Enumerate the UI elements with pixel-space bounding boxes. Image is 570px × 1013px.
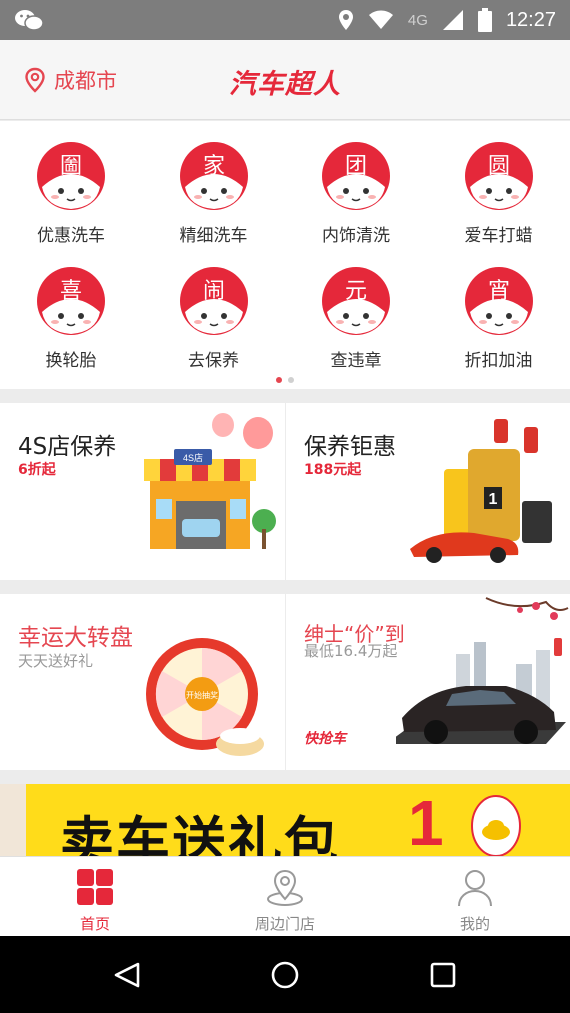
- category-item[interactable]: 闹去保养: [143, 266, 285, 371]
- category-label: 优惠洗车: [37, 226, 105, 246]
- category-label: 换轮胎: [45, 351, 97, 371]
- promo-subtitle: 天天送好礼: [18, 652, 94, 670]
- recent-apps-icon[interactable]: [430, 962, 456, 988]
- mascot-glyph: 团: [345, 154, 367, 179]
- page-dot-2: [288, 377, 294, 383]
- bottom-navigation: 首页 周边门店 我的: [0, 856, 570, 937]
- promo-card-lucky-wheel[interactable]: 幸运大转盘 天天送好礼 开始抽奖: [0, 594, 285, 770]
- sedan-illustration: [396, 597, 569, 744]
- oil-bottle-label: 1: [489, 491, 498, 508]
- mascot-glyph: 喜: [60, 279, 82, 304]
- category-item[interactable]: 元查违章: [285, 266, 427, 371]
- promo-banner[interactable]: 卖车送礼包 1: [0, 784, 570, 856]
- app-header: 成都市 汽车超人: [0, 40, 570, 120]
- home-circle-icon[interactable]: [270, 960, 300, 990]
- clock: 12:27: [505, 8, 556, 31]
- tab-nearby-stores[interactable]: 周边门店: [190, 857, 380, 937]
- shop-sign: 4S店: [183, 452, 203, 463]
- category-label: 内饰清洗: [322, 226, 390, 246]
- promo-subtitle: 188元起: [304, 462, 362, 478]
- status-bar: 4G 12:27: [0, 0, 570, 40]
- mascot-glyph: 家: [202, 154, 224, 179]
- network-type: 4G: [407, 11, 428, 29]
- wheel-center-text: 开始抽奖: [186, 690, 218, 700]
- system-navigation-bar: [0, 936, 570, 1013]
- signal-icon: [442, 10, 463, 30]
- category-item[interactable]: 宵折扣加油: [428, 266, 570, 371]
- mascot-icon: 圆: [464, 142, 533, 210]
- brand-logo: 快抢车: [304, 731, 346, 747]
- mascot-icon: 家: [179, 142, 248, 210]
- category-item[interactable]: 喜换轮胎: [0, 266, 142, 371]
- promo-card-4s-maintenance[interactable]: 4S店保养 6折起 4S店: [0, 403, 285, 580]
- tab-label: 首页: [79, 915, 110, 933]
- category-label: 查违章: [330, 351, 382, 371]
- nearby-location-icon: [267, 869, 303, 906]
- mascot-glyph: 元: [345, 279, 367, 304]
- page-indicator: [0, 377, 570, 383]
- mascot-glyph: 圗: [60, 154, 82, 179]
- gold-ingot-icon: [471, 795, 521, 856]
- wifi-icon: [368, 10, 393, 29]
- tab-profile[interactable]: 我的: [380, 857, 570, 937]
- category-label: 精细洗车: [179, 226, 248, 246]
- mascot-glyph: 闹: [202, 279, 224, 304]
- mascot-glyph: 宵: [487, 279, 509, 304]
- category-label: 去保养: [188, 351, 239, 371]
- banner-number: 1: [408, 787, 444, 856]
- home-grid-icon: [77, 869, 113, 905]
- page-dot-1: [276, 377, 282, 383]
- promo-subtitle: 最低16.4万起: [304, 642, 398, 660]
- prize-wheel-illustration: 开始抽奖: [146, 638, 264, 756]
- banner-headline: 卖车送礼包: [60, 811, 340, 856]
- banner-left-edge: [0, 784, 26, 856]
- wechat-icon: [15, 10, 44, 31]
- back-icon[interactable]: [112, 961, 142, 989]
- battery-icon: [477, 8, 492, 32]
- promo-title: 保养钜惠: [304, 434, 396, 460]
- mascot-icon: 团: [322, 142, 390, 210]
- shop-illustration: 4S店: [144, 413, 276, 549]
- mascot-glyph: 圆: [487, 154, 509, 179]
- mascot-icon: 圗: [37, 142, 105, 210]
- tab-label: 我的: [459, 915, 490, 933]
- mascot-icon: 喜: [37, 267, 105, 335]
- mascot-icon: 宵: [464, 267, 533, 335]
- category-label: 爱车打蜡: [464, 226, 533, 246]
- promo-card-oil-deal[interactable]: 保养钜惠 188元起 1: [286, 403, 570, 580]
- tab-label: 周边门店: [254, 915, 315, 933]
- tab-home[interactable]: 首页: [0, 857, 190, 937]
- location-status-icon: [338, 10, 353, 30]
- category-item[interactable]: 圆爱车打蜡: [428, 141, 570, 246]
- category-item[interactable]: 圗优惠洗车: [0, 141, 142, 246]
- mascot-icon: 元: [322, 267, 390, 335]
- category-label: 折扣加油: [464, 351, 533, 371]
- user-icon: [458, 870, 492, 907]
- promo-subtitle: 6折起: [18, 462, 56, 478]
- motor-oil-illustration: 1: [410, 419, 552, 563]
- app-logo-title: 汽车超人: [229, 69, 341, 100]
- category-item[interactable]: 团内饰清洗: [285, 141, 427, 246]
- promo-title: 幸运大转盘: [18, 625, 133, 651]
- promo-card-car-price[interactable]: 绅士“价”到 最低16.4万起 快抢车: [286, 594, 570, 770]
- promo-title: 4S店保养: [18, 434, 117, 460]
- mascot-icon: 闹: [179, 267, 248, 335]
- category-item[interactable]: 家精细洗车: [143, 141, 285, 246]
